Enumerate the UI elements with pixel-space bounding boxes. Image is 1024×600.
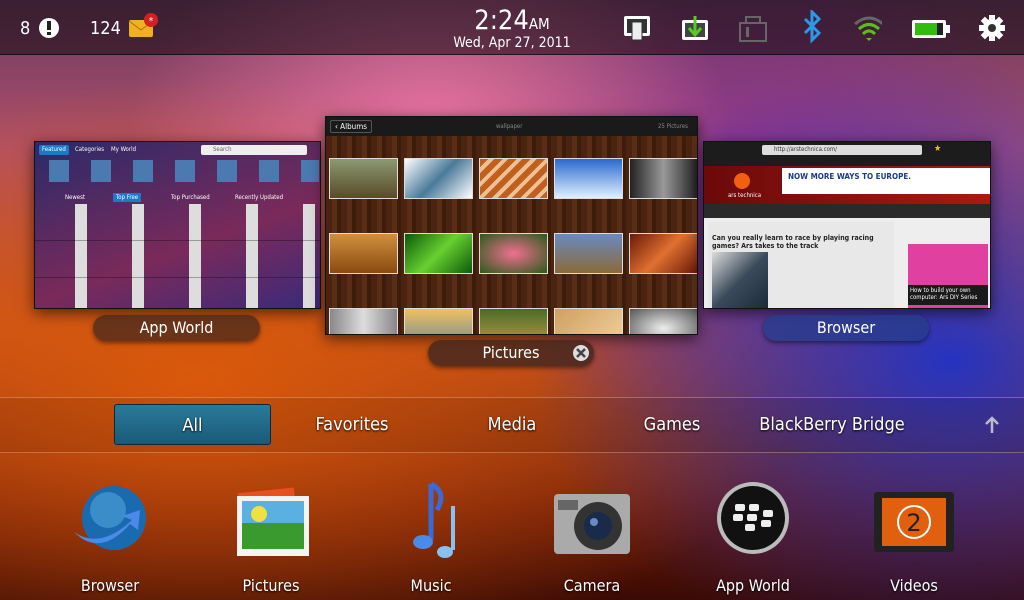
blackberry-logo-icon — [717, 482, 789, 554]
side-promo: How to build your own computer: Ars DIY … — [910, 287, 978, 301]
picture-count: 25 Pictures — [658, 123, 688, 130]
dock-app-world[interactable]: App World — [693, 480, 813, 595]
aw-recentlyupdated: Recently Updated — [235, 194, 284, 201]
picture-tile[interactable] — [404, 233, 473, 274]
app-world-label[interactable]: App World — [93, 315, 260, 341]
dock-label: Camera — [563, 576, 621, 595]
picture-tile[interactable] — [629, 158, 697, 199]
globe-icon — [74, 486, 146, 550]
album-title: wallpaper — [496, 123, 523, 130]
picture-tile[interactable] — [329, 233, 398, 274]
app-world-window[interactable]: Featured Categories My World Search Newe… — [34, 141, 321, 309]
music-note-icon — [413, 481, 455, 558]
orientation-lock-icon[interactable] — [738, 14, 768, 42]
pictures-label-text: Pictures — [482, 343, 540, 362]
aw-tab-featured: Featured — [42, 146, 66, 153]
aw-search: Search — [213, 146, 232, 153]
dock-label: App World — [716, 576, 790, 595]
camera-icon — [554, 494, 630, 554]
tab-blackberry-bridge[interactable]: BlackBerry Bridge — [752, 404, 912, 445]
tab-favorites[interactable]: Favorites — [292, 404, 412, 445]
download-icon[interactable] — [680, 14, 710, 42]
tab-games[interactable]: Games — [612, 404, 732, 445]
dock-browser[interactable]: Browser — [50, 480, 170, 595]
battery-icon[interactable] — [910, 14, 952, 42]
picture-tile[interactable] — [554, 158, 623, 199]
browser-label[interactable]: Browser — [763, 315, 929, 341]
bridge-icon[interactable] — [622, 14, 652, 42]
svg-text:2: 2 — [906, 509, 921, 537]
dock-pictures[interactable]: Pictures — [211, 480, 331, 595]
dock-videos[interactable]: 2 Videos — [854, 480, 974, 595]
picture-tile[interactable] — [404, 308, 473, 334]
albums-label: Albums — [340, 122, 367, 131]
picture-tile[interactable] — [554, 308, 623, 334]
dock-music[interactable]: Music — [371, 480, 491, 595]
status-bar: 8 124 * 2:24AM Wed, Apr 27, 2011 — [0, 0, 1024, 55]
tab-media[interactable]: Media — [452, 404, 572, 445]
picture-tile[interactable] — [329, 158, 398, 199]
videos-icon: 2 — [874, 492, 954, 552]
dock-label: Music — [410, 576, 452, 595]
browser-window[interactable]: http://arstechnica.com/ ★ ars technica N… — [703, 141, 991, 309]
bluetooth-icon[interactable] — [797, 10, 827, 44]
aw-topfree: Top Free — [116, 194, 139, 201]
picture-tile[interactable] — [329, 308, 398, 334]
tab-all[interactable]: All — [114, 404, 271, 445]
close-icon[interactable] — [572, 344, 590, 362]
picture-tile[interactable] — [479, 158, 548, 199]
picture-tile[interactable] — [404, 158, 473, 199]
settings-icon[interactable] — [978, 14, 1008, 42]
arrow-up-icon[interactable] — [984, 416, 1000, 434]
picture-tile[interactable] — [479, 308, 548, 334]
ampm: AM — [528, 15, 550, 33]
wifi-icon[interactable] — [852, 14, 882, 42]
picture-tile[interactable] — [629, 233, 697, 274]
dock-label: Pictures — [242, 576, 300, 595]
dock-label: Browser — [80, 576, 140, 595]
dock-label: Videos — [890, 576, 938, 595]
site-name: ars technica — [728, 192, 762, 199]
picture-tile[interactable] — [554, 233, 623, 274]
time: 2:24 — [474, 5, 529, 36]
pictures-window[interactable]: ‹ Albums wallpaper 25 Pictures — [325, 116, 698, 335]
aw-toppurchased: Top Purchased — [171, 194, 210, 201]
headline: Can you really learn to race by playing … — [712, 234, 874, 250]
picture-tile[interactable] — [629, 308, 697, 334]
url-field: http://arstechnica.com/ — [774, 146, 837, 153]
dock-camera[interactable]: Camera — [532, 480, 652, 595]
pictures-icon — [237, 487, 309, 556]
albums-back-button[interactable]: ‹ Albums — [330, 120, 372, 133]
ad-text: NOW MORE WAYS TO EUROPE. — [788, 172, 911, 181]
aw-tab-myworld: My World — [111, 146, 136, 153]
picture-tile[interactable] — [479, 233, 548, 274]
pictures-label[interactable]: Pictures — [428, 340, 594, 366]
aw-tab-categories: Categories — [75, 146, 105, 153]
bookmark-icon: ★ — [934, 144, 942, 154]
aw-newest: Newest — [65, 194, 86, 201]
category-nav: All Favorites Media Games BlackBerry Bri… — [0, 397, 1024, 453]
